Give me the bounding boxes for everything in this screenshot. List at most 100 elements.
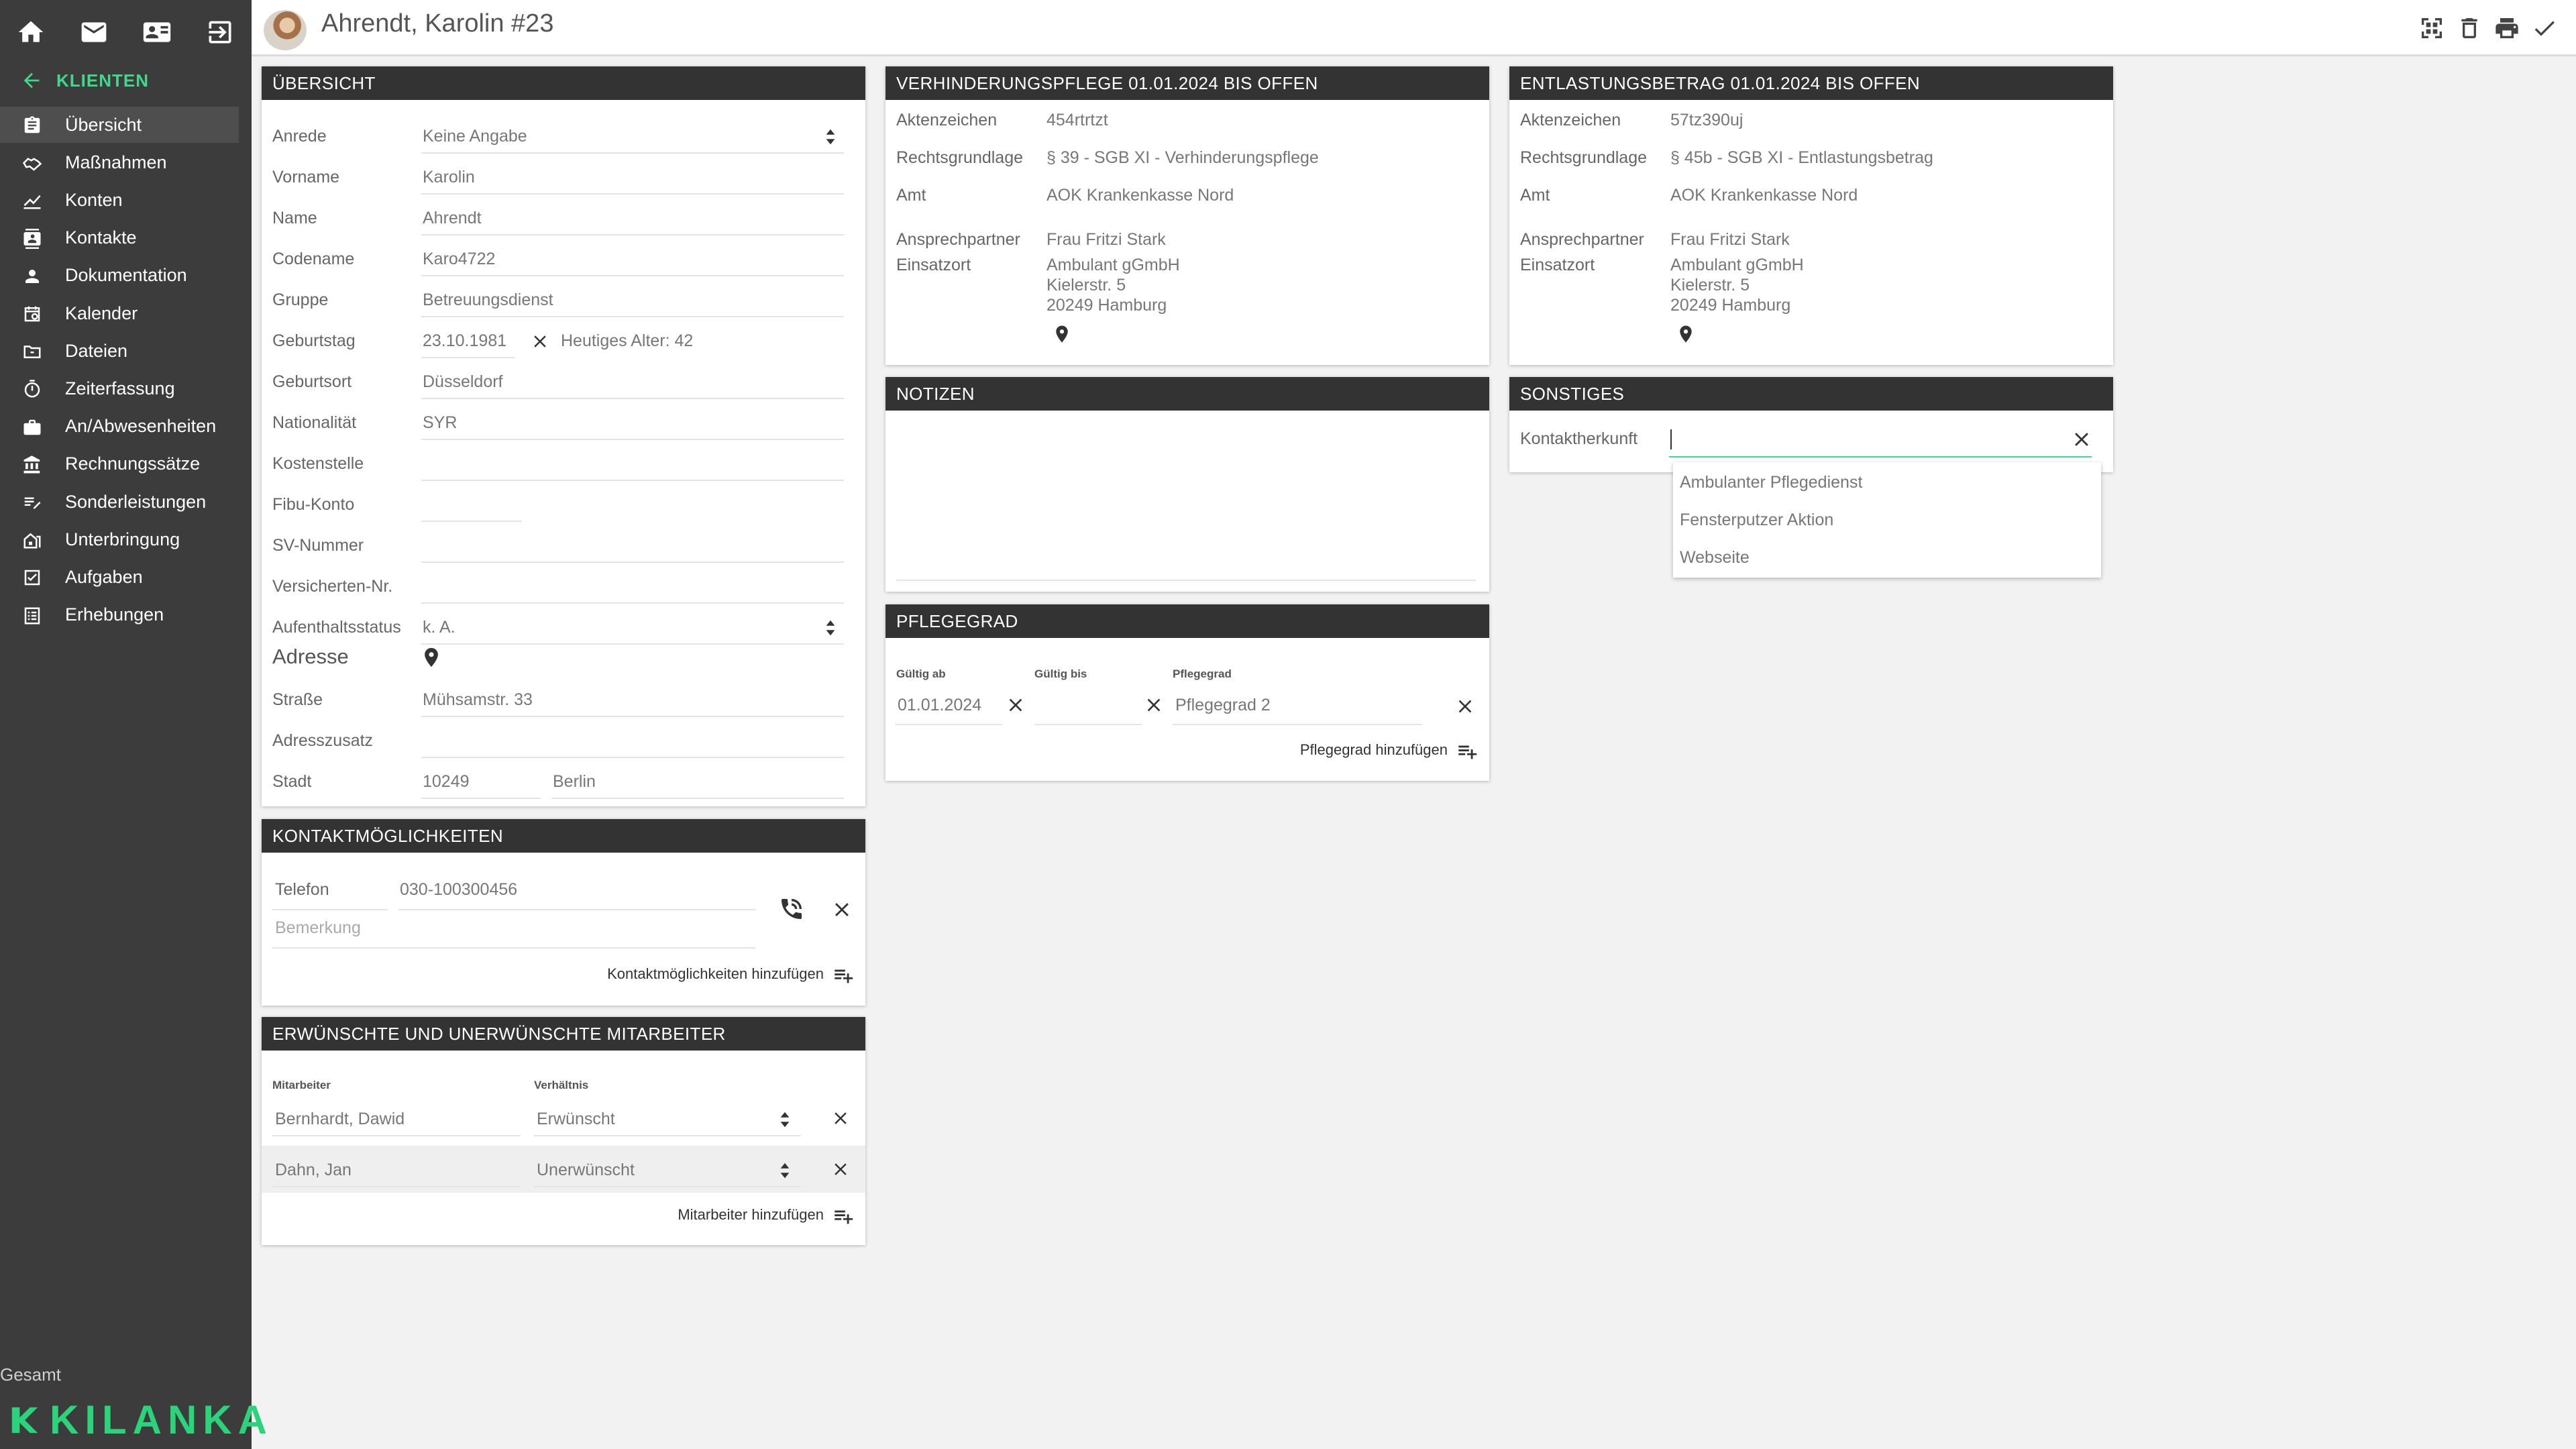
notes-textarea[interactable] — [896, 421, 1476, 581]
care-row-value: AOK Krankenkasse Nord — [1046, 186, 1234, 205]
staff-name-field[interactable]: Bernhardt, Dawid — [275, 1110, 405, 1129]
remove-level-icon[interactable] — [1454, 696, 1476, 717]
valid-from-field[interactable]: 01.01.2024 — [898, 696, 981, 715]
field-value[interactable]: Karo4722 — [423, 250, 495, 269]
contacts-icon — [20, 228, 44, 249]
field-label: SV-Nummer — [272, 536, 364, 555]
field-underline — [421, 357, 515, 358]
contact-card: KONTAKTMÖGLICHKEITEN Telefon 030-1003004… — [262, 819, 865, 1006]
clear-origin-icon[interactable] — [2070, 428, 2093, 451]
sidebar-item[interactable]: Übersicht — [0, 107, 239, 143]
remove-staff-icon[interactable] — [830, 1108, 851, 1128]
mail-icon[interactable] — [79, 17, 109, 47]
sidebar-item[interactable]: Dateien — [0, 333, 239, 369]
dropdown-option[interactable]: Ambulanter Pflegedienst — [1680, 473, 1862, 492]
staff-relation-select[interactable]: Erwünscht — [537, 1110, 615, 1129]
field-value[interactable]: Keine Angabe — [423, 127, 527, 146]
field-value[interactable]: 23.10.1981 — [423, 331, 506, 351]
playlist-add-icon[interactable] — [832, 964, 855, 987]
sidebar-item-label: An/Abwesenheiten — [65, 416, 217, 437]
back-to-clients[interactable]: KLIENTEN — [20, 67, 149, 94]
field-underline — [421, 152, 844, 154]
remove-contact-icon[interactable] — [830, 898, 853, 921]
field-value[interactable]: Karolin — [423, 168, 475, 187]
care-card: VERHINDERUNGSPFLEGE 01.01.2024 BIS OFFEN… — [885, 66, 1489, 365]
dropdown-option[interactable]: Webseite — [1680, 548, 1750, 568]
stopwatch-icon — [20, 379, 44, 399]
clear-date-icon[interactable] — [530, 331, 550, 352]
home-icon[interactable] — [16, 17, 46, 47]
sidebar-item[interactable]: Kalender — [0, 295, 239, 331]
contact-origin-input[interactable] — [1670, 429, 1674, 449]
sidebar-item-label: Maßnahmen — [65, 152, 167, 172]
phone-number-field[interactable]: 030-100300456 — [400, 880, 517, 900]
field-value[interactable]: Ahrendt — [423, 209, 482, 228]
field-value[interactable]: SYR — [423, 413, 457, 433]
city-field[interactable]: Berlin — [553, 772, 596, 792]
sidebar-item-label: Dateien — [65, 340, 128, 361]
contact-type[interactable]: Telefon — [275, 880, 329, 900]
misc-card: SONSTIGES Kontaktherkunft — [1509, 377, 2113, 472]
staff-relation-select[interactable]: Unerwünscht — [537, 1161, 635, 1180]
phone-call-icon[interactable] — [778, 896, 805, 922]
trash-icon[interactable] — [2456, 15, 2483, 42]
select-arrows-icon[interactable] — [780, 1162, 790, 1179]
sidebar-item[interactable]: An/Abwesenheiten — [0, 409, 239, 445]
dropdown-option[interactable]: Fensterputzer Aktion — [1680, 511, 1833, 530]
qr-scan-icon[interactable] — [2418, 15, 2445, 42]
print-icon[interactable] — [2493, 15, 2520, 42]
relief-row-value: Frau Fritzi Stark — [1670, 230, 1790, 249]
sidebar-item[interactable]: Zeiterfassung — [0, 370, 239, 407]
sidebar-item[interactable]: Dokumentation — [0, 258, 239, 294]
clear-to-icon[interactable] — [1143, 694, 1165, 716]
relief-row-label: Amt — [1520, 186, 1550, 205]
remark-field[interactable]: Bemerkung — [275, 918, 361, 938]
map-pin-icon[interactable] — [1676, 324, 1696, 344]
address-underline — [421, 757, 844, 758]
field-label: Name — [272, 209, 317, 227]
care-level-title: PFLEGEGRAD — [885, 604, 1489, 638]
sidebar-item[interactable]: Konten — [0, 182, 239, 218]
remove-staff-icon[interactable] — [830, 1159, 851, 1179]
staff-name-field[interactable]: Dahn, Jan — [275, 1161, 352, 1180]
sidebar-item[interactable]: Aufgaben — [0, 559, 239, 595]
sidebar-item[interactable]: Erhebungen — [0, 597, 239, 633]
care-site-line3: 20249 Hamburg — [1046, 296, 1167, 315]
check-icon[interactable] — [2531, 15, 2558, 42]
relief-site-line2: Kielerstr. 5 — [1670, 276, 1750, 294]
field-label: Anrede — [272, 127, 327, 146]
contact-card-icon[interactable] — [142, 17, 172, 47]
address-value[interactable]: Mühsamstr. 33 — [423, 690, 533, 710]
sidebar-item[interactable]: Unterbringung — [0, 521, 239, 557]
relief-site-line3: 20249 Hamburg — [1670, 296, 1791, 315]
clear-from-icon[interactable] — [1005, 694, 1026, 716]
add-care-level-button[interactable]: Pflegegrad hinzufügen — [1300, 741, 1448, 759]
playlist-add-icon[interactable] — [832, 1205, 855, 1228]
select-arrows-icon[interactable] — [780, 1111, 790, 1128]
select-arrows-icon[interactable] — [825, 619, 836, 637]
sidebar-item-label: Rechnungssätze — [65, 453, 201, 474]
relief-row-label: Aktenzeichen — [1520, 111, 1621, 129]
field-label: Nationalität — [272, 413, 357, 432]
add-staff-button[interactable]: Mitarbeiter hinzufügen — [678, 1206, 824, 1224]
contact-origin-dropdown: Ambulanter Pflegedienst Fensterputzer Ak… — [1673, 462, 2101, 578]
sidebar-item[interactable]: Kontakte — [0, 220, 239, 256]
care-level-field[interactable]: Pflegegrad 2 — [1175, 696, 1271, 715]
field-value[interactable]: Düsseldorf — [423, 372, 503, 392]
sidebar-item[interactable]: Sonderleistungen — [0, 484, 239, 520]
map-pin-icon[interactable] — [1052, 324, 1072, 344]
field-label: Vorname — [272, 168, 340, 186]
map-pin-icon[interactable] — [420, 646, 443, 669]
logout-icon[interactable] — [205, 17, 235, 47]
field-label: Kostenstelle — [272, 454, 364, 473]
select-arrows-icon[interactable] — [825, 128, 836, 146]
sidebar-item[interactable]: Rechnungssätze — [0, 446, 239, 482]
relief-row-value: 57tz390uj — [1670, 111, 1743, 129]
add-contact-button[interactable]: Kontaktmöglichkeiten hinzufügen — [607, 965, 824, 983]
field-value[interactable]: k. A. — [423, 618, 455, 637]
address-value[interactable]: 10249 — [423, 772, 470, 792]
sidebar-item[interactable]: Maßnahmen — [0, 144, 239, 180]
playlist-add-icon[interactable] — [1456, 740, 1479, 763]
field-underline — [421, 398, 844, 399]
field-value[interactable]: Betreuungsdienst — [423, 290, 553, 310]
